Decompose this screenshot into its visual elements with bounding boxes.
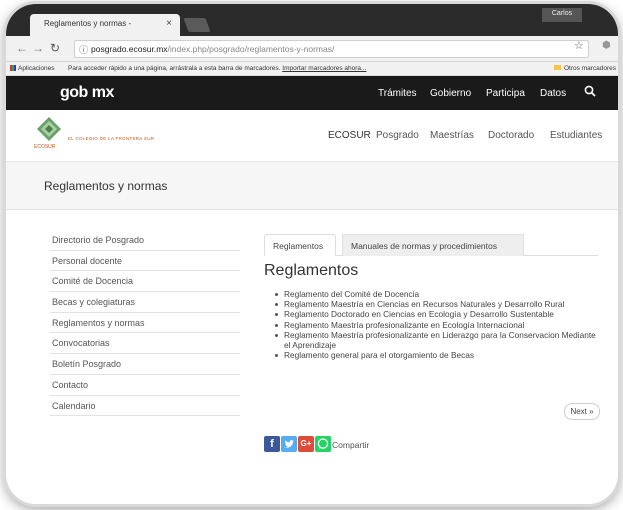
- other-bookmarks-label: Otros marcadores: [564, 65, 617, 72]
- folder-icon: [554, 65, 561, 70]
- url-host: posgrado.ecosur.mx: [91, 44, 168, 54]
- gob-header: gob mx Trámites Gobierno Participa Datos: [6, 76, 618, 110]
- page-header: Reglamentos y normas: [6, 162, 618, 210]
- screenshot-stage: Reglamentos y normas - × Carlos ← → ↻ ⓘ …: [0, 0, 623, 510]
- apps-shortcut[interactable]: Aplicaciones: [10, 65, 55, 72]
- document-link[interactable]: Reglamento Maestría en Ciencias en Recur…: [274, 299, 604, 309]
- close-icon[interactable]: ×: [166, 18, 172, 29]
- site-nav-doctorado[interactable]: Doctorado: [488, 130, 534, 141]
- sidebar-item-contacto[interactable]: Contacto: [50, 375, 240, 396]
- document-link[interactable]: Reglamento Doctorado en Ciencias en Ecol…: [274, 309, 604, 319]
- forward-icon[interactable]: →: [32, 41, 44, 55]
- ecosur-logo-icon[interactable]: [36, 116, 62, 142]
- browser-toolbar: ← → ↻ ⓘ posgrado.ecosur.mx/index.php/pos…: [6, 36, 618, 62]
- new-tab-button[interactable]: [183, 18, 211, 32]
- google-plus-icon[interactable]: G+: [298, 436, 314, 452]
- content-heading: Reglamentos: [264, 262, 359, 279]
- page-title: Reglamentos y normas: [44, 179, 168, 193]
- gob-nav-tramites[interactable]: Trámites: [378, 88, 417, 99]
- next-button[interactable]: Next »: [564, 403, 600, 420]
- gob-nav-participa[interactable]: Participa: [486, 88, 525, 99]
- profile-button[interactable]: Carlos: [542, 8, 582, 22]
- reload-icon[interactable]: ↻: [50, 41, 60, 55]
- document-link[interactable]: Reglamento Maestría profesionalizante en…: [274, 320, 604, 330]
- tab-reglamentos[interactable]: Reglamentos: [264, 234, 336, 256]
- other-bookmarks[interactable]: Otros marcadores: [554, 65, 616, 72]
- whatsapp-icon[interactable]: [315, 436, 331, 452]
- extension-icon[interactable]: ⬢: [602, 40, 611, 51]
- sidebar-item-directorio[interactable]: Directorio de Posgrado: [50, 230, 240, 251]
- gob-nav-gobierno[interactable]: Gobierno: [430, 88, 471, 99]
- sidebar-item-personal-docente[interactable]: Personal docente: [50, 251, 240, 272]
- sidebar-item-becas[interactable]: Becas y colegiaturas: [50, 292, 240, 313]
- url-path: /index.php/posgrado/reglamentos-y-normas…: [167, 44, 335, 54]
- document-link[interactable]: Reglamento general para el otorgamiento …: [274, 350, 604, 360]
- document-list: Reglamento del Comité de Docencia Reglam…: [274, 289, 604, 360]
- logo-abbr: ECOSUR: [34, 144, 56, 150]
- sidebar-item-convocatorias[interactable]: Convocatorias: [50, 333, 240, 355]
- bookmark-star-icon[interactable]: ☆: [574, 39, 584, 52]
- import-bookmarks-link[interactable]: Importar marcadores ahora...: [282, 65, 366, 72]
- sidebar: Directorio de Posgrado Personal docente …: [50, 230, 240, 417]
- site-nav-estudiantes[interactable]: Estudiantes: [550, 130, 602, 141]
- address-bar[interactable]: ⓘ posgrado.ecosur.mx/index.php/posgrado/…: [74, 40, 589, 58]
- browser-window: Reglamentos y normas - × Carlos ← → ↻ ⓘ …: [6, 4, 618, 504]
- apps-icon: [10, 65, 16, 71]
- logo-name: EL COLEGIO DE LA FRONTERA SUR: [68, 136, 155, 141]
- sidebar-item-boletin[interactable]: Boletín Posgrado: [50, 354, 240, 375]
- site-header: EL COLEGIO DE LA FRONTERA SUR ECOSUR ECO…: [6, 110, 618, 162]
- gob-logo[interactable]: gob mx: [60, 84, 114, 102]
- info-icon[interactable]: ⓘ: [79, 43, 88, 56]
- tab-strip: Reglamentos y normas - × Carlos: [6, 4, 618, 36]
- apps-label: Aplicaciones: [18, 65, 55, 72]
- back-icon[interactable]: ←: [16, 41, 28, 55]
- sidebar-item-calendario[interactable]: Calendario: [50, 396, 240, 417]
- bookmarks-bar: Aplicaciones Para acceder rápido a una p…: [6, 62, 618, 76]
- bookmarks-hint-text: Para acceder rápido a una página, arrást…: [68, 65, 281, 72]
- search-icon[interactable]: [584, 85, 596, 97]
- document-link[interactable]: Reglamento Maestría profesionalizante en…: [274, 330, 604, 350]
- content-tabs: Reglamentos Manuales de normas y procedi…: [264, 230, 598, 256]
- share-label[interactable]: Compartir: [332, 440, 369, 450]
- gob-nav-datos[interactable]: Datos: [540, 88, 566, 99]
- browser-tab[interactable]: Reglamentos y normas - ×: [30, 14, 180, 36]
- bookmarks-hint: Para acceder rápido a una página, arrást…: [68, 65, 366, 72]
- site-nav-posgrado[interactable]: Posgrado: [376, 130, 419, 141]
- sidebar-item-comite[interactable]: Comité de Docencia: [50, 271, 240, 293]
- site-nav-maestrias[interactable]: Maestrías: [430, 130, 474, 141]
- facebook-icon[interactable]: f: [264, 436, 280, 452]
- tab-manuales[interactable]: Manuales de normas y procedimientos: [342, 234, 524, 256]
- twitter-icon[interactable]: [281, 436, 297, 452]
- sidebar-item-reglamentos[interactable]: Reglamentos y normas: [50, 313, 240, 334]
- site-nav-ecosur[interactable]: ECOSUR: [328, 130, 371, 141]
- document-link[interactable]: Reglamento del Comité de Docencia: [274, 289, 604, 299]
- tab-title: Reglamentos y normas -: [44, 19, 132, 28]
